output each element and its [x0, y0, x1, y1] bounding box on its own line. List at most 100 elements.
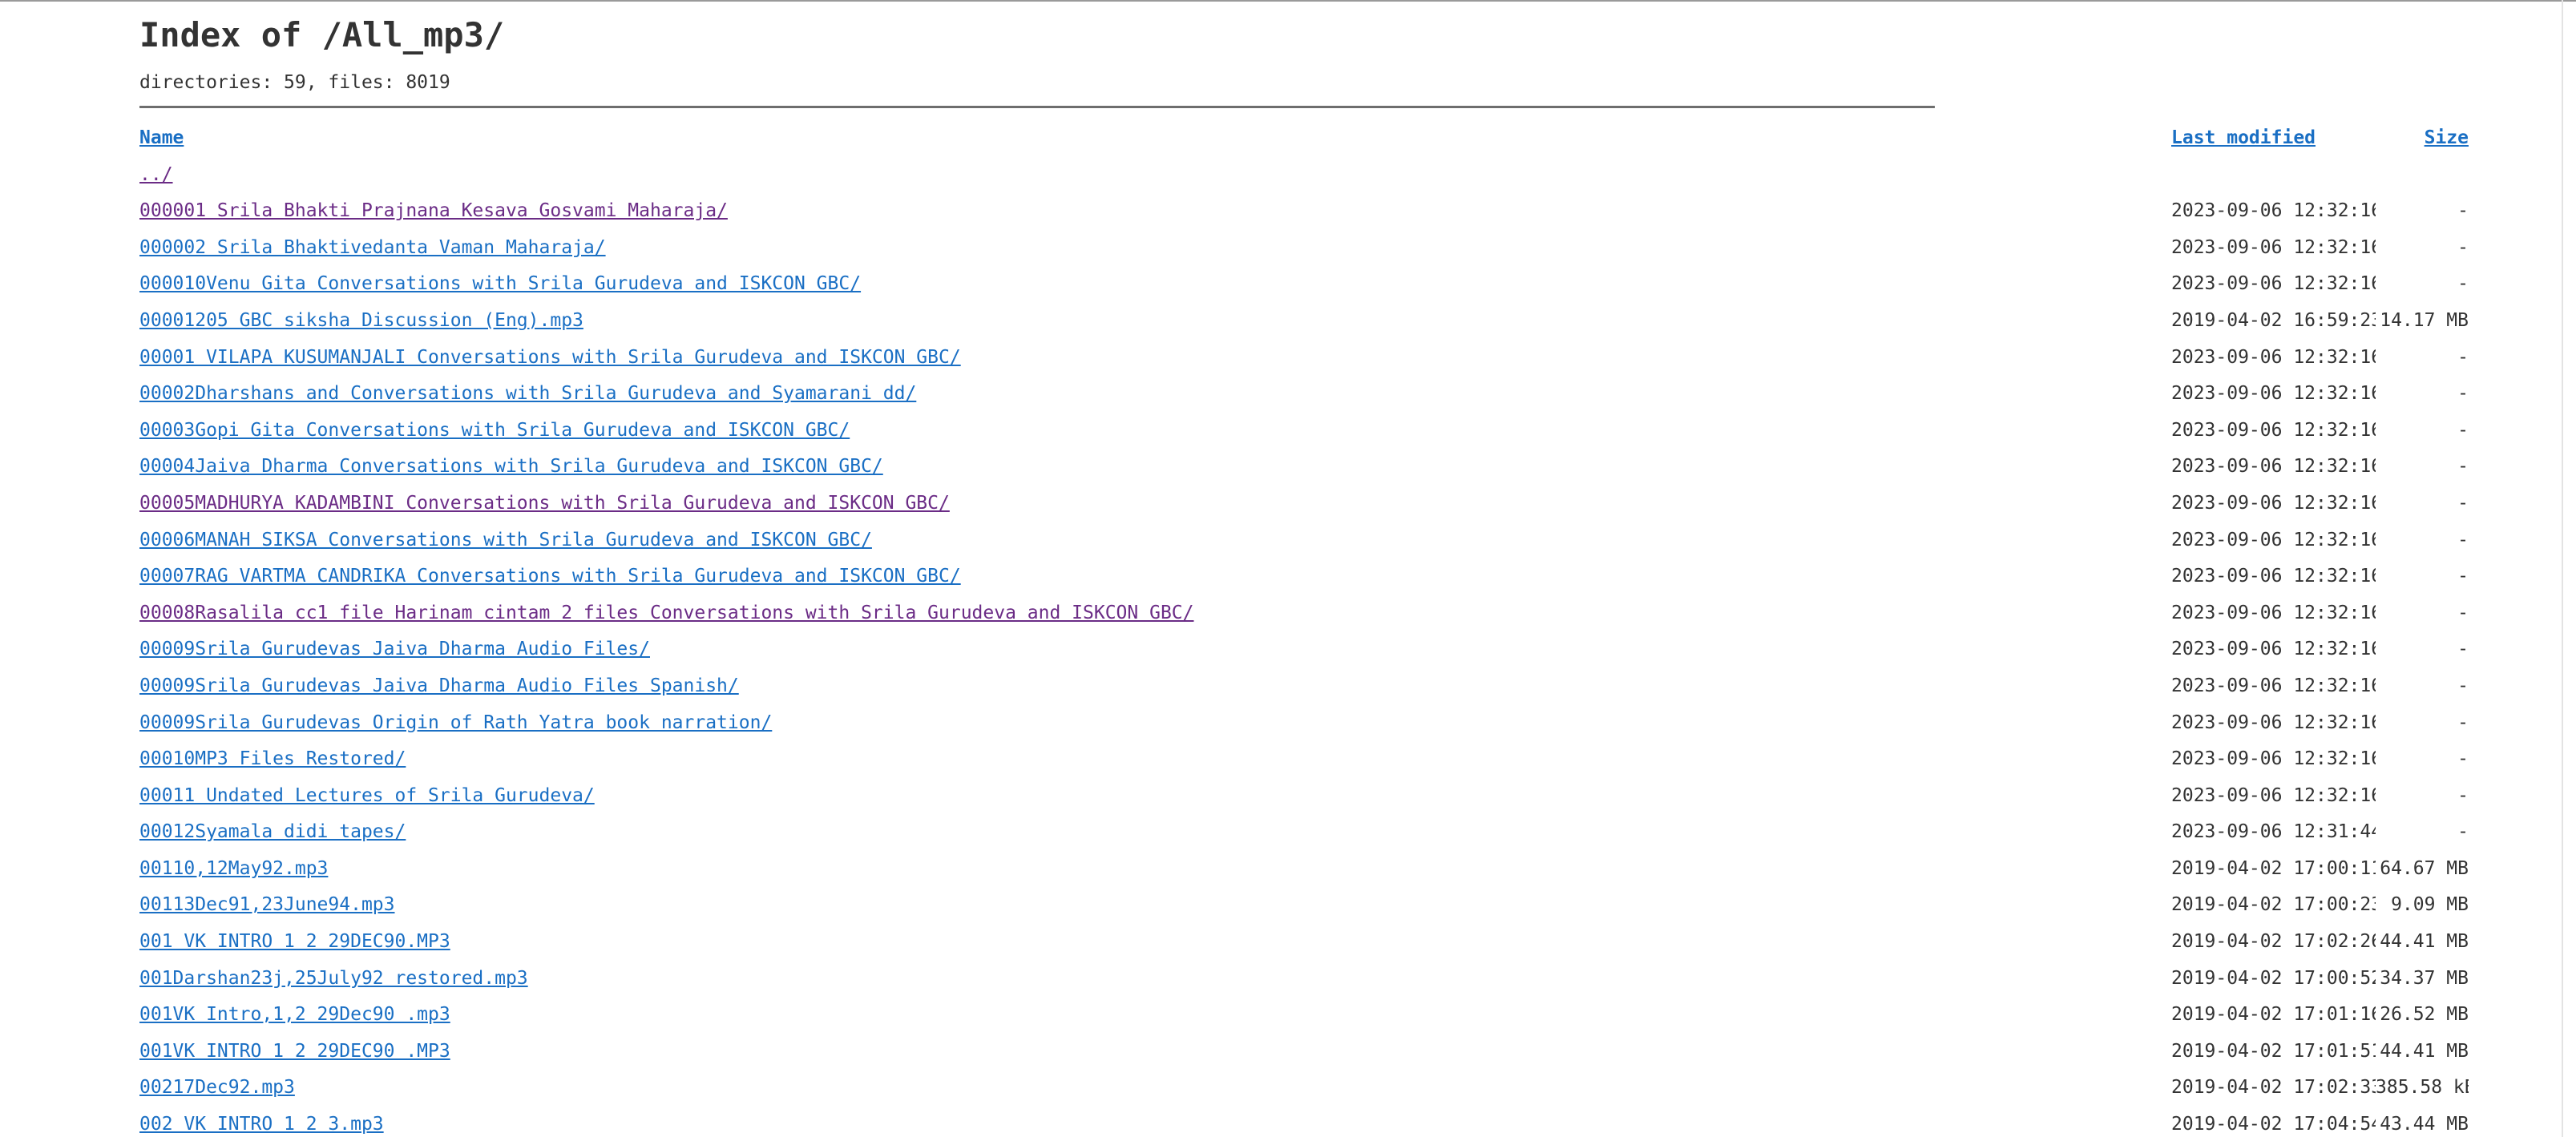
table-row: 00001 VILAPA KUSUMANJALI Conversations w… [139, 340, 2469, 377]
file-link[interactable]: 00006MANAH SIKSA Conversations with Sril… [139, 530, 872, 550]
parent-directory-link[interactable]: ../ [139, 164, 173, 185]
file-size-cell: - [2457, 784, 2469, 806]
last-modified-cell: 2019-04-02 17:02:33 [2171, 1077, 2376, 1099]
file-link[interactable]: 00011 Undated Lectures of Srila Gurudeva… [139, 785, 595, 806]
file-link[interactable]: 00001205 GBC siksha Discussion (Eng).mp3 [139, 310, 583, 331]
sort-by-modified-link[interactable]: Last modified [2171, 127, 2316, 148]
file-size-cell: - [2457, 639, 2469, 660]
file-link[interactable]: 000001 Srila Bhakti Prajnana Kesava Gosv… [139, 200, 728, 221]
file-link[interactable]: 00001 VILAPA KUSUMANJALI Conversations w… [139, 347, 961, 368]
last-modified-cell [2171, 157, 2376, 194]
file-link[interactable]: 00012Syamala didi tapes/ [139, 821, 406, 842]
file-link[interactable]: 00010MP3 Files Restored/ [139, 748, 406, 769]
file-link[interactable]: 001Darshan23j,25July92 restored.mp3 [139, 968, 528, 989]
file-link[interactable]: 00002Dharshans and Conversations with Sr… [139, 383, 916, 404]
file-name-cell: 00001 VILAPA KUSUMANJALI Conversations w… [139, 340, 2171, 377]
file-link[interactable]: 00217Dec92.mp3 [139, 1077, 295, 1098]
last-modified-cell: 2023-09-06 12:32:16 [2171, 566, 2376, 587]
table-row: 00005MADHURYA KADAMBINI Conversations wi… [139, 486, 2469, 522]
window-top-border [0, 0, 2576, 2]
file-name-cell: 00009Srila Gurudevas Jaiva Dharma Audio … [139, 631, 2171, 668]
page-title: Index of /All_mp3/ [139, 15, 505, 54]
last-modified-cell: 2019-04-02 17:01:51 [2171, 1040, 2376, 1062]
table-row: 001 VK INTRO 1 2 29DEC90.MP3 2019-04-02 1… [139, 924, 2469, 961]
file-link[interactable]: 00004Jaiva Dharma Conversations with Sri… [139, 456, 883, 477]
last-modified-cell: 2023-09-06 12:32:16 [2171, 200, 2376, 222]
directory-summary: directories: 59, files: 8019 [139, 72, 450, 93]
file-name-cell: 000002 Srila Bhaktivedanta Vaman Maharaj… [139, 230, 2171, 267]
file-link[interactable]: 00009Srila Gurudevas Jaiva Dharma Audio … [139, 675, 739, 696]
sort-by-name-link[interactable]: Name [139, 127, 184, 148]
last-modified-cell: 2019-04-02 17:04:54 [2171, 1114, 2376, 1135]
last-modified-cell: 2023-09-06 12:32:16 [2171, 346, 2376, 368]
file-link[interactable]: 000002 Srila Bhaktivedanta Vaman Maharaj… [139, 237, 606, 258]
file-size-cell: - [2457, 748, 2469, 770]
last-modified-cell: 2019-04-02 17:00:11 [2171, 857, 2376, 879]
file-link[interactable]: 000010Venu Gita Conversations with Srila… [139, 273, 861, 294]
file-size-cell: - [2457, 383, 2469, 405]
file-name-cell: 002 VK INTRO 1 2 3.mp3 [139, 1107, 2171, 1137]
table-row: 000002 Srila Bhaktivedanta Vaman Maharaj… [139, 230, 2469, 267]
file-link[interactable]: 001 VK INTRO 1 2 29DEC90.MP3 [139, 931, 450, 952]
file-size-cell: - [2457, 236, 2469, 258]
file-name-cell: 001 VK INTRO 1 2 29DEC90.MP3 [139, 924, 2171, 961]
table-row: 00003Gopi Gita Conversations with Srila … [139, 413, 2469, 450]
file-size-cell: - [2457, 200, 2469, 222]
last-modified-cell: 2023-09-06 12:32:16 [2171, 784, 2376, 806]
file-link[interactable]: 001VK INTRO 1 2 29DEC90 .MP3 [139, 1041, 450, 1062]
table-row: ../ [139, 157, 2469, 194]
file-name-cell: 00012Syamala didi tapes/ [139, 814, 2171, 851]
file-link[interactable]: 001VK Intro,1,2 29Dec90 .mp3 [139, 1004, 450, 1025]
file-size-cell: - [2457, 566, 2469, 587]
file-name-cell: 00004Jaiva Dharma Conversations with Sri… [139, 449, 2171, 486]
last-modified-cell: 2023-09-06 12:32:16 [2171, 383, 2376, 405]
sort-by-size-link[interactable]: Size [2425, 127, 2469, 148]
file-name-cell: 001VK Intro,1,2 29Dec90 .mp3 [139, 997, 2171, 1034]
last-modified-cell: 2023-09-06 12:32:16 [2171, 602, 2376, 623]
last-modified-cell: 2023-09-06 12:32:16 [2171, 236, 2376, 258]
file-link[interactable]: 00009Srila Gurudevas Origin of Rath Yatr… [139, 712, 772, 733]
table-row: 000010Venu Gita Conversations with Srila… [139, 266, 2469, 303]
table-row: 001VK INTRO 1 2 29DEC90 .MP3 2019-04-02 1… [139, 1034, 2469, 1070]
table-row: 001VK Intro,1,2 29Dec90 .mp3 2019-04-02 1… [139, 997, 2469, 1034]
file-name-cell: 00217Dec92.mp3 [139, 1070, 2171, 1107]
file-size-cell: - [2457, 492, 2469, 514]
table-header-row: Name Last modified Size [139, 120, 2469, 157]
file-name-cell: 000001 Srila Bhakti Prajnana Kesava Gosv… [139, 193, 2171, 230]
table-row: 002 VK INTRO 1 2 3.mp3 2019-04-02 17:04:5… [139, 1107, 2469, 1137]
table-row: 00007RAG VARTMA CANDRIKA Conversations w… [139, 558, 2469, 595]
table-row: 00006MANAH SIKSA Conversations with Sril… [139, 522, 2469, 559]
file-size-cell: 43.44 MB [2380, 1114, 2469, 1135]
file-link[interactable]: 00007RAG VARTMA CANDRIKA Conversations w… [139, 566, 961, 587]
table-row: 00001205 GBC siksha Discussion (Eng).mp3… [139, 303, 2469, 340]
file-link[interactable]: 00110,12May92.mp3 [139, 858, 328, 879]
file-name-cell: 00007RAG VARTMA CANDRIKA Conversations w… [139, 558, 2171, 595]
last-modified-cell: 2023-09-06 12:32:16 [2171, 456, 2376, 478]
file-name-cell: 00113Dec91,23June94.mp3 [139, 887, 2171, 924]
file-name-cell: 00006MANAH SIKSA Conversations with Sril… [139, 522, 2171, 559]
file-link[interactable]: 002 VK INTRO 1 2 3.mp3 [139, 1114, 384, 1135]
file-link[interactable]: 00003Gopi Gita Conversations with Srila … [139, 420, 850, 441]
file-size-cell: - [2457, 273, 2469, 295]
last-modified-cell: 2019-04-02 17:00:23 [2171, 894, 2376, 916]
file-name-cell: 00002Dharshans and Conversations with Sr… [139, 376, 2171, 413]
last-modified-cell: 2023-09-06 12:32:16 [2171, 492, 2376, 514]
file-size-cell: 44.41 MB [2380, 1040, 2469, 1062]
last-modified-cell: 2019-04-02 17:00:52 [2171, 967, 2376, 989]
last-modified-cell: 2023-09-06 12:32:16 [2171, 529, 2376, 550]
file-link[interactable]: 00113Dec91,23June94.mp3 [139, 894, 395, 915]
file-size-cell: - [2457, 456, 2469, 478]
file-link[interactable]: 00005MADHURYA KADAMBINI Conversations wi… [139, 493, 950, 514]
file-name-cell: 00003Gopi Gita Conversations with Srila … [139, 413, 2171, 450]
file-size-cell: 44.41 MB [2380, 931, 2469, 953]
table-row: 00110,12May92.mp3 2019-04-02 17:00:11 64.6… [139, 851, 2469, 888]
last-modified-cell: 2023-09-06 12:32:16 [2171, 748, 2376, 770]
scrollbar[interactable] [2562, 0, 2563, 1137]
file-link[interactable]: 00008Rasalila cc1 file Harinam cintam 2 … [139, 603, 1193, 623]
table-row: 001Darshan23j,25July92 restored.mp3 2019-… [139, 961, 2469, 998]
file-link[interactable]: 00009Srila Gurudevas Jaiva Dharma Audio … [139, 639, 650, 659]
file-name-cell: 00010MP3 Files Restored/ [139, 741, 2171, 778]
last-modified-cell: 2023-09-06 12:32:16 [2171, 273, 2376, 295]
last-modified-cell: 2023-09-06 12:31:44 [2171, 821, 2376, 843]
table-row: 00011 Undated Lectures of Srila Gurudeva… [139, 778, 2469, 815]
